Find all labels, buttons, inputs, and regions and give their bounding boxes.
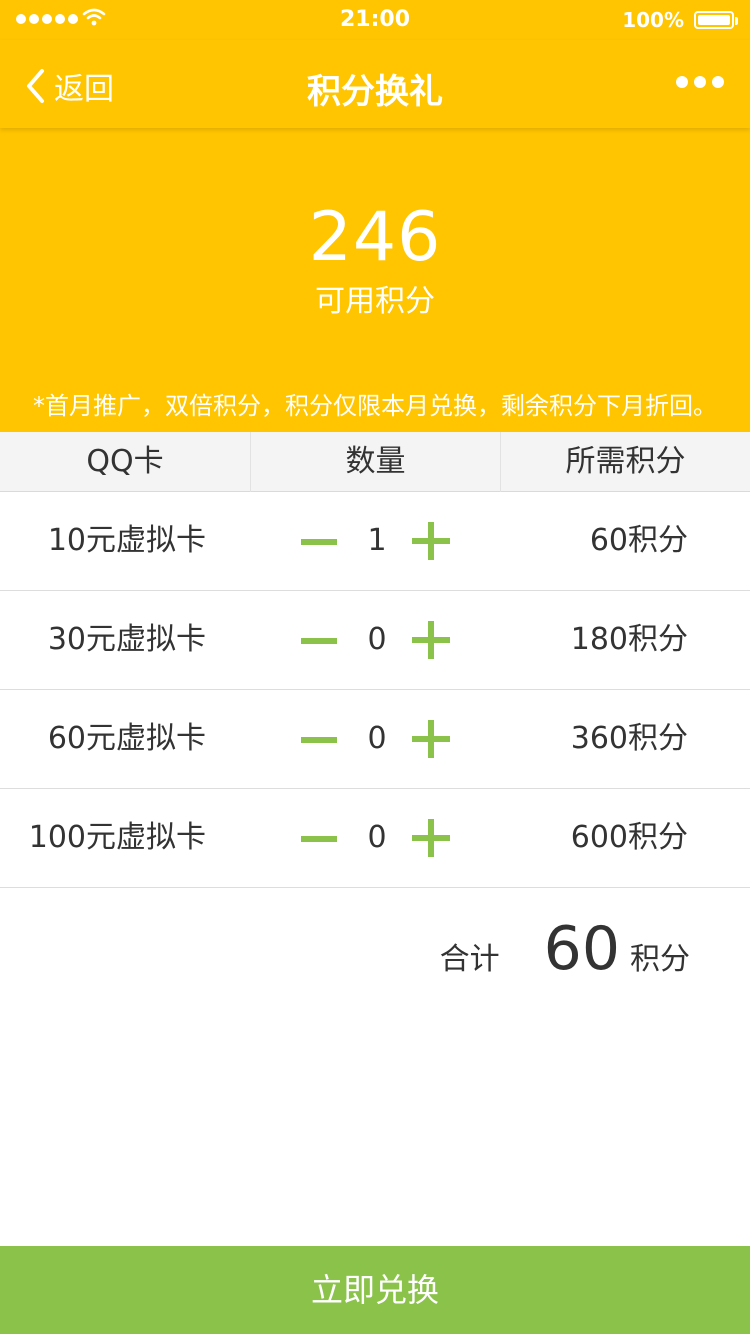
plus-icon[interactable] bbox=[412, 621, 450, 659]
nav-bar: 返回 积分换礼 bbox=[0, 40, 750, 128]
table-row: 100元虚拟卡 0 600积分 bbox=[0, 789, 750, 888]
card-name: 10元虚拟卡 bbox=[47, 523, 206, 558]
table-row: 10元虚拟卡 1 60积分 bbox=[0, 492, 750, 591]
more-icon[interactable] bbox=[676, 76, 724, 88]
available-points-label: 可用积分 bbox=[315, 284, 435, 319]
card-cost: 180积分 bbox=[570, 622, 688, 657]
quantity-value: 0 bbox=[367, 820, 387, 855]
available-points-value: 246 bbox=[308, 198, 442, 277]
minus-icon[interactable] bbox=[301, 836, 337, 842]
plus-icon[interactable] bbox=[412, 522, 450, 560]
quantity-value: 1 bbox=[367, 523, 387, 558]
card-cost: 600积分 bbox=[570, 820, 688, 855]
card-cost: 360积分 bbox=[570, 721, 688, 756]
quantity-value: 0 bbox=[367, 622, 387, 657]
table-row: 60元虚拟卡 0 360积分 bbox=[0, 690, 750, 789]
minus-icon[interactable] bbox=[301, 638, 337, 644]
plus-icon[interactable] bbox=[412, 720, 450, 758]
total-label: 合计 bbox=[439, 942, 500, 977]
column-header-quantity: 数量 bbox=[250, 432, 500, 492]
column-header-points: 所需积分 bbox=[500, 432, 750, 492]
table-row: 30元虚拟卡 0 180积分 bbox=[0, 591, 750, 690]
battery-percent: 100% bbox=[622, 8, 684, 32]
total-value: 60 bbox=[543, 914, 620, 984]
column-header-card: QQ卡 bbox=[86, 444, 164, 479]
page-title: 积分换礼 bbox=[307, 72, 443, 112]
card-name: 60元虚拟卡 bbox=[47, 721, 206, 756]
screen: 21:00 100% 返回 积分换礼 246 可用积分 *首月推广，双倍积分，积… bbox=[0, 0, 750, 1334]
card-list: 10元虚拟卡 1 60积分 30元虚拟卡 0 180积分 60元虚拟卡 0 36… bbox=[0, 492, 750, 888]
card-cost: 60积分 bbox=[589, 523, 688, 558]
plus-icon[interactable] bbox=[412, 819, 450, 857]
status-bar: 21:00 100% bbox=[0, 0, 750, 40]
minus-icon[interactable] bbox=[301, 737, 337, 743]
card-name: 30元虚拟卡 bbox=[47, 622, 206, 657]
total-summary: 合计 60 积分 bbox=[440, 914, 690, 984]
redeem-now-button[interactable]: 立即兑换 bbox=[0, 1246, 750, 1334]
header-area: 21:00 100% 返回 积分换礼 246 可用积分 *首月推广，双倍积分，积… bbox=[0, 0, 750, 432]
quantity-value: 0 bbox=[367, 721, 387, 756]
table-header: QQ卡 数量 所需积分 bbox=[0, 432, 750, 492]
battery-icon bbox=[694, 11, 738, 29]
card-name: 100元虚拟卡 bbox=[28, 820, 206, 855]
minus-icon[interactable] bbox=[301, 539, 337, 545]
promo-notice: *首月推广，双倍积分，积分仅限本月兑换，剩余积分下月折回。 bbox=[33, 392, 717, 420]
total-unit: 积分 bbox=[630, 942, 690, 977]
